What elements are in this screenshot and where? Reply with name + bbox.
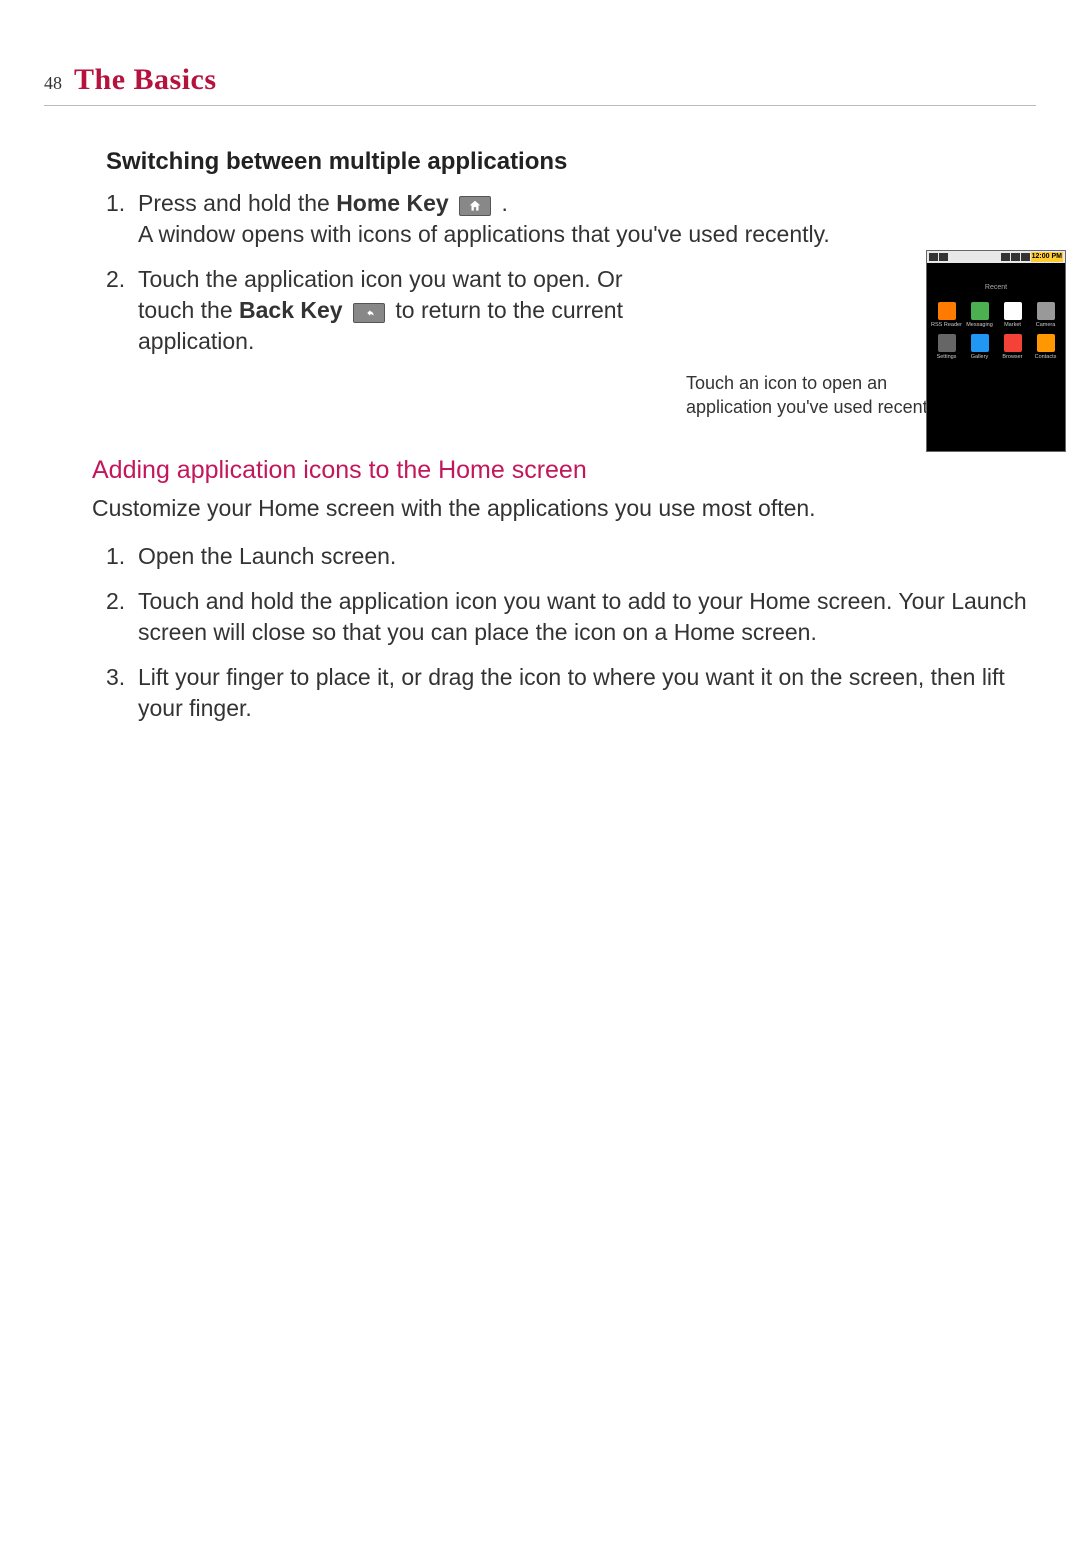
step-3: 3. Lift your finger to place it, or drag… bbox=[106, 662, 1036, 724]
status-right-icons: 12:00 PM bbox=[1001, 252, 1063, 261]
signal-icon bbox=[1001, 253, 1010, 261]
wifi-icon bbox=[1011, 253, 1020, 261]
back-key-label: Back Key bbox=[239, 297, 343, 323]
app-label: Messaging bbox=[966, 322, 993, 329]
app-icon bbox=[938, 302, 956, 320]
status-time: 12:00 PM bbox=[1031, 252, 1063, 261]
app-icon bbox=[1037, 334, 1055, 352]
recent-app: Messaging bbox=[964, 302, 995, 329]
app-label: Market bbox=[1004, 322, 1021, 329]
app-label: Browser bbox=[1002, 354, 1022, 361]
status-bar: 12:00 PM bbox=[927, 251, 1065, 263]
status-icon bbox=[939, 253, 948, 261]
recent-app: Settings bbox=[931, 334, 962, 361]
recent-apps-grid: RSS Reader Messaging Market Camera Settings G… bbox=[927, 298, 1065, 365]
app-label: Camera bbox=[1036, 322, 1056, 329]
chapter-title: The Basics bbox=[74, 60, 217, 101]
step-2: 2. Touch and hold the application icon y… bbox=[106, 586, 1036, 648]
app-label: Gallery bbox=[971, 354, 988, 361]
section1-steps: 1. Press and hold the Home Key . A windo… bbox=[106, 188, 1036, 357]
battery-icon bbox=[1021, 253, 1030, 261]
step-number: 2. bbox=[106, 264, 125, 295]
recent-app: Gallery bbox=[964, 334, 995, 361]
app-icon bbox=[971, 302, 989, 320]
step1-text: Open the Launch screen. bbox=[138, 543, 396, 569]
step1-text-prefix: Press and hold the bbox=[138, 190, 336, 216]
page-content: Switching between multiple applications … bbox=[44, 146, 1036, 724]
recent-app: RSS Reader bbox=[931, 302, 962, 329]
app-icon bbox=[971, 334, 989, 352]
step-number: 1. bbox=[106, 541, 125, 572]
app-label: Contacts bbox=[1035, 354, 1057, 361]
recent-app: Browser bbox=[997, 334, 1028, 361]
manual-page: 48 The Basics Switching between multiple… bbox=[0, 0, 1080, 1552]
step-number: 2. bbox=[106, 586, 125, 617]
app-icon bbox=[1037, 302, 1055, 320]
step2-text: Touch and hold the application icon you … bbox=[138, 588, 1027, 645]
recent-app: Market bbox=[997, 302, 1028, 329]
step1-text-suffix: . bbox=[501, 190, 507, 216]
home-key-label: Home Key bbox=[336, 190, 448, 216]
app-icon bbox=[1004, 302, 1022, 320]
phone-screenshot: 12:00 PM Recent RSS Reader Messaging Marke… bbox=[926, 250, 1066, 452]
recent-app: Contacts bbox=[1030, 334, 1061, 361]
step1-line2: A window opens with icons of application… bbox=[138, 221, 830, 247]
status-left-icons bbox=[929, 253, 948, 261]
step3-text: Lift your finger to place it, or drag th… bbox=[138, 664, 1005, 721]
section1-heading: Switching between multiple applications bbox=[106, 146, 1036, 178]
section2-steps: 1. Open the Launch screen. 2. Touch and … bbox=[106, 541, 1036, 724]
app-label: Settings bbox=[937, 354, 957, 361]
step-number: 3. bbox=[106, 662, 125, 693]
step-1: 1. Press and hold the Home Key . A windo… bbox=[106, 188, 1036, 250]
step-2: 2. Touch the application icon you want t… bbox=[106, 264, 678, 357]
recent-label: Recent bbox=[927, 263, 1065, 298]
status-icon bbox=[929, 253, 938, 261]
section2-heading: Adding application icons to the Home scr… bbox=[92, 454, 1036, 488]
running-header: 48 The Basics bbox=[44, 60, 1036, 106]
app-icon bbox=[938, 334, 956, 352]
back-key-icon bbox=[353, 303, 385, 323]
app-label: RSS Reader bbox=[931, 322, 962, 329]
home-key-icon bbox=[459, 196, 491, 216]
page-number: 48 bbox=[44, 71, 62, 95]
app-icon bbox=[1004, 334, 1022, 352]
step-number: 1. bbox=[106, 188, 125, 219]
step-1: 1. Open the Launch screen. bbox=[106, 541, 1036, 572]
section2-intro: Customize your Home screen with the appl… bbox=[92, 493, 1036, 524]
recent-app: Camera bbox=[1030, 302, 1061, 329]
